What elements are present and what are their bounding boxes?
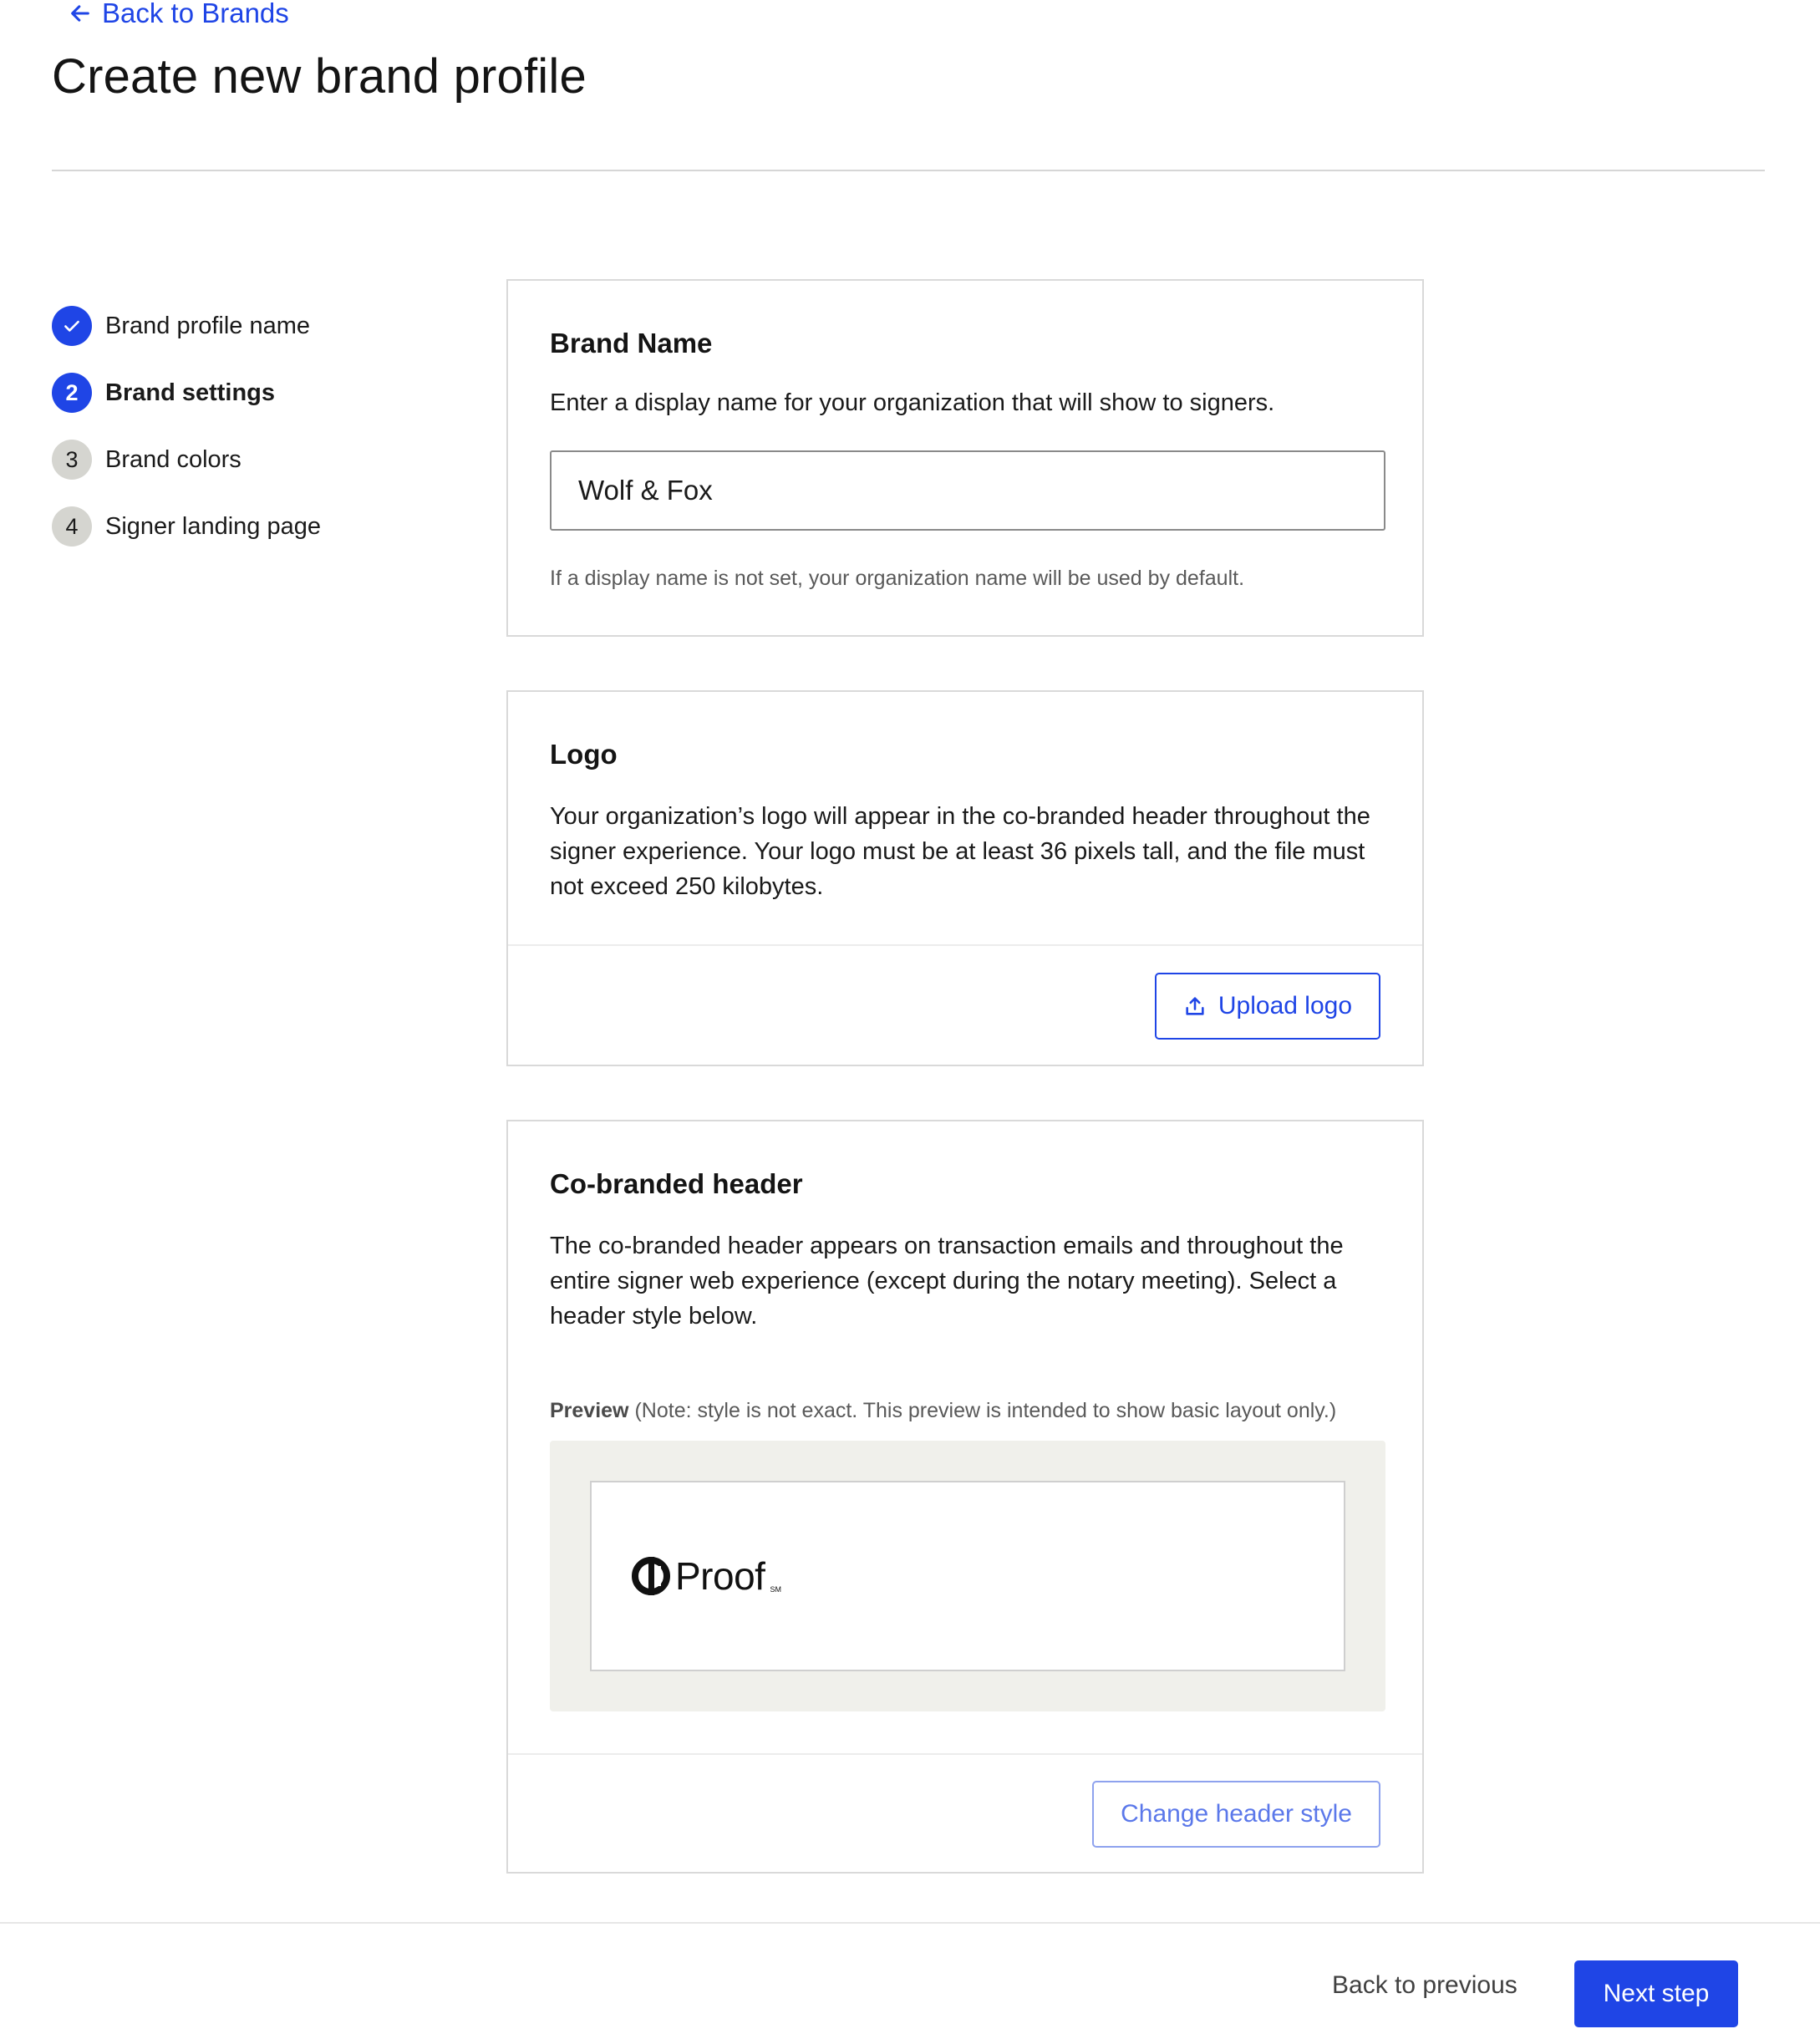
header-preview-frame: Proof SM bbox=[590, 1481, 1345, 1671]
upload-logo-button[interactable]: Upload logo bbox=[1154, 973, 1380, 1040]
logo-title: Logo bbox=[550, 739, 618, 770]
step-label: Brand colors bbox=[105, 445, 241, 473]
change-header-style-button[interactable]: Change header style bbox=[1092, 1781, 1380, 1848]
proof-logo-tm: SM bbox=[770, 1585, 781, 1594]
step-signer-landing-page[interactable]: 4 Signer landing page bbox=[52, 506, 321, 547]
step-label: Signer landing page bbox=[105, 512, 321, 540]
header-description: The co-branded header appears on transac… bbox=[550, 1233, 1344, 1330]
brand-name-description: Enter a display name for your organizati… bbox=[550, 389, 1275, 416]
header-preview: Proof SM bbox=[550, 1441, 1385, 1711]
next-step-button[interactable]: Next step bbox=[1574, 1960, 1738, 2027]
step-brand-settings[interactable]: 2 Brand settings bbox=[52, 372, 321, 414]
step-number-badge: 4 bbox=[52, 506, 92, 547]
stepper: Brand profile name 2 Brand settings 3 Br… bbox=[52, 305, 321, 572]
brand-name-hint: If a display name is not set, your organ… bbox=[550, 567, 1245, 590]
check-icon bbox=[52, 306, 92, 346]
bottom-action-bar: Back to previous Next step bbox=[0, 1922, 1820, 2039]
brand-name-card: Brand Name Enter a display name for your… bbox=[506, 279, 1424, 637]
step-label: Brand settings bbox=[105, 379, 276, 406]
step-number-badge: 3 bbox=[52, 440, 92, 480]
header-card-footer: Change header style bbox=[508, 1753, 1422, 1874]
step-brand-colors[interactable]: 3 Brand colors bbox=[52, 439, 321, 481]
brand-name-title: Brand Name bbox=[550, 328, 713, 358]
header-title: Co-branded header bbox=[550, 1168, 803, 1199]
preview-note: (Note: style is not exact. This preview … bbox=[628, 1399, 1337, 1422]
logo-card: Logo Your organization’s logo will appea… bbox=[506, 690, 1424, 1066]
logo-description: Your organization’s logo will appear in … bbox=[550, 803, 1370, 900]
step-label: Brand profile name bbox=[105, 312, 311, 339]
preview-label-strong: Preview bbox=[550, 1399, 629, 1422]
step-brand-profile-name[interactable]: Brand profile name bbox=[52, 305, 321, 347]
back-to-brands-link[interactable]: Back to Brands bbox=[69, 0, 289, 32]
brand-name-input[interactable] bbox=[550, 450, 1385, 531]
proof-logo-icon bbox=[632, 1557, 670, 1595]
upload-icon bbox=[1186, 997, 1204, 1015]
proof-logo-text: Proof bbox=[675, 1554, 765, 1598]
co-branded-header-card: Co-branded header The co-branded header … bbox=[506, 1120, 1424, 1874]
arrow-left-icon bbox=[71, 5, 89, 22]
back-to-brands-label: Back to Brands bbox=[102, 0, 289, 28]
preview-label: Preview (Note: style is not exact. This … bbox=[550, 1399, 1336, 1423]
proof-logo: Proof SM bbox=[632, 1553, 781, 1599]
logo-card-footer: Upload logo bbox=[508, 944, 1422, 1066]
step-number-badge: 2 bbox=[52, 373, 92, 413]
page-title: Create new brand profile bbox=[52, 49, 587, 104]
upload-logo-label: Upload logo bbox=[1218, 992, 1352, 1020]
back-to-previous-button[interactable]: Back to previous bbox=[1315, 1952, 1534, 2019]
header-divider bbox=[52, 170, 1765, 171]
